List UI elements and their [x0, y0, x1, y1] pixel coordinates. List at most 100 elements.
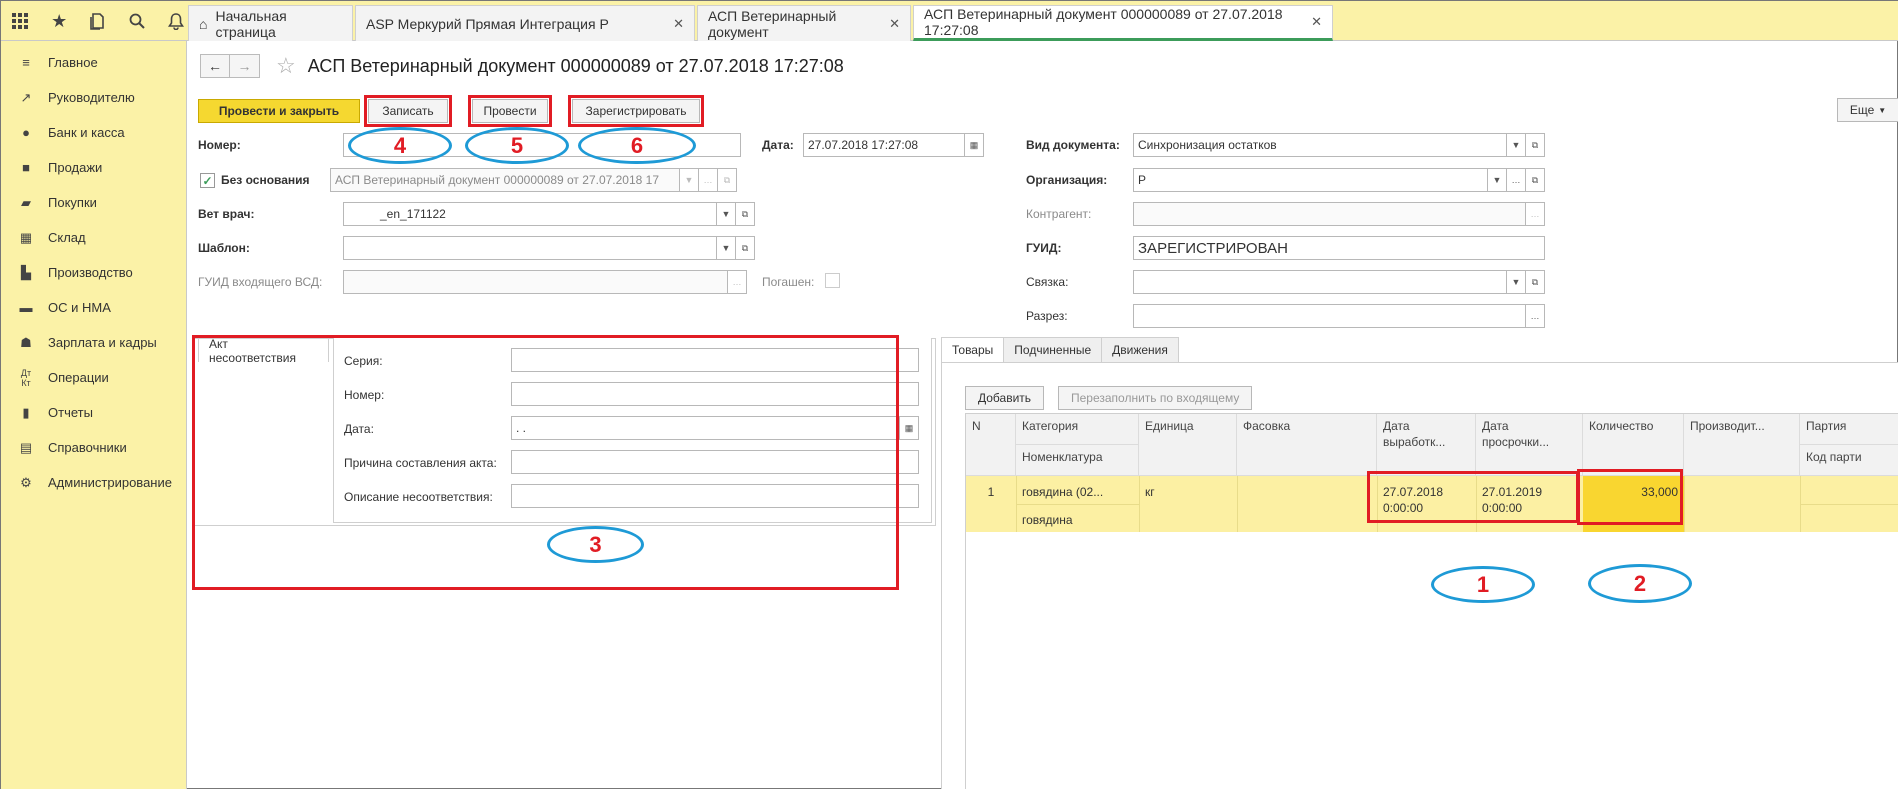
cell-category: говядина (02... — [1022, 485, 1104, 499]
favorite-star-icon[interactable]: ☆ — [276, 53, 296, 79]
sidebar-item-assets[interactable]: ▬ ОС и НМА — [1, 290, 186, 325]
sidebar-item-production[interactable]: ▙ Производство — [1, 255, 186, 290]
guid-field[interactable]: ЗАРЕГИСТРИРОВАН — [1133, 236, 1545, 260]
refill-button: Перезаполнить по входящему — [1058, 386, 1253, 410]
forward-button[interactable]: → — [230, 54, 260, 78]
post-button[interactable]: Провести — [468, 95, 552, 127]
top-bar: ★ ⌂ Начальная страница ASP Меркурий Прям… — [1, 1, 1898, 41]
menu-lines-icon: ≡ — [22, 55, 30, 70]
sidebar-item-warehouse[interactable]: ▦ Склад — [1, 220, 186, 255]
column-header-expiry-date[interactable]: Дата просрочки... — [1476, 414, 1583, 476]
no-basis-label: Без основания — [221, 173, 310, 187]
sidebar-item-operations[interactable]: Дт Кт Операции — [1, 360, 186, 395]
chevron-down-icon[interactable]: ▼ — [1506, 270, 1526, 294]
book-icon: ▤ — [19, 439, 33, 455]
tab-vet-document[interactable]: АСП Ветеринарный документ ✕ — [697, 5, 911, 41]
section-field[interactable] — [1133, 304, 1526, 328]
title-bar: ← → ☆ АСП Ветеринарный документ 00000008… — [200, 53, 844, 79]
search-icon[interactable] — [125, 9, 148, 33]
tab-movements[interactable]: Движения — [1101, 337, 1179, 363]
bag-icon: ■ — [22, 160, 30, 175]
annotation-marker-1: 1 — [1431, 566, 1535, 603]
history-icon[interactable] — [87, 9, 110, 33]
tab-subordinate[interactable]: Подчиненные — [1003, 337, 1103, 363]
ellipsis-icon: … — [1525, 202, 1545, 226]
chevron-down-icon[interactable]: ▼ — [1487, 168, 1507, 192]
page-title: АСП Ветеринарный документ 000000089 от 2… — [307, 55, 844, 76]
close-icon[interactable]: ✕ — [889, 16, 900, 32]
sidebar-item-director[interactable]: ↗ Руководителю — [1, 80, 186, 115]
column-header-producer[interactable]: Производит... — [1684, 414, 1800, 476]
number-label: Номер: — [198, 138, 241, 152]
more-button[interactable]: Еще ▼ — [1837, 98, 1898, 122]
incoming-guid-label: ГУИД входящего ВСД: — [198, 275, 323, 289]
sidebar-item-main[interactable]: ≡ Главное — [1, 45, 186, 80]
sidebar: ≡ Главное ↗ Руководителю ● Банк и касса ■ Пр… — [1, 41, 187, 789]
ellipsis-icon[interactable]: … — [1525, 304, 1545, 328]
apps-grid-icon[interactable] — [9, 9, 32, 33]
open-icon[interactable]: ⧉ — [735, 236, 755, 260]
sidebar-item-reports[interactable]: ▮ Отчеты — [1, 395, 186, 430]
annotation-marker-6: 6 — [578, 127, 696, 164]
bell-icon[interactable] — [164, 9, 187, 33]
chevron-down-icon[interactable]: ▼ — [716, 202, 736, 226]
column-header-unit[interactable]: Единица — [1139, 414, 1237, 476]
sidebar-item-admin[interactable]: ⚙ Администрирование — [1, 465, 186, 500]
open-icon[interactable]: ⧉ — [1525, 133, 1545, 157]
template-field[interactable] — [343, 236, 717, 260]
bar-chart-icon: ▮ — [22, 404, 30, 420]
home-icon: ⌂ — [199, 15, 208, 32]
calendar-icon[interactable]: ▦ — [964, 133, 984, 157]
arrow-left-icon: ← — [208, 58, 222, 74]
organization-label: Организация: — [1026, 173, 1108, 187]
vet-field[interactable]: _en_171122 — [343, 202, 717, 226]
open-icon[interactable]: ⧉ — [1525, 168, 1545, 192]
goods-table: N Категория Номенклатура Единица Фасовка… — [965, 413, 1898, 789]
date-label: Дата: — [762, 138, 794, 152]
link-field[interactable] — [1133, 270, 1507, 294]
calendar-icon[interactable]: ▦ — [899, 416, 919, 440]
open-tabs: ⌂ Начальная страница ASP Меркурий Прямая… — [188, 5, 1335, 41]
organization-field[interactable]: Р — [1133, 168, 1488, 192]
save-button[interactable]: Записать — [364, 95, 452, 127]
doc-type-field[interactable]: Синхронизация остатков — [1133, 133, 1507, 157]
column-header-batch-code[interactable]: Код парти — [1800, 445, 1898, 476]
column-header-n[interactable]: N — [966, 414, 1016, 476]
sidebar-item-purchases[interactable]: ▰ Покупки — [1, 185, 186, 220]
person-icon: ☗ — [20, 334, 32, 350]
column-header-category[interactable]: Категория — [1016, 414, 1139, 445]
tab-mercury-integration[interactable]: ASP Меркурий Прямая Интеграция Р ✕ — [355, 5, 695, 41]
sidebar-item-salary[interactable]: ☗ Зарплата и кадры — [1, 325, 186, 360]
open-icon[interactable]: ⧉ — [735, 202, 755, 226]
add-button[interactable]: Добавить — [965, 386, 1045, 410]
cell-nomenclature: говядина — [1022, 513, 1073, 527]
no-basis-checkbox[interactable]: ✓ — [200, 173, 215, 188]
column-header-packing[interactable]: Фасовка — [1237, 414, 1377, 476]
date-field[interactable]: 27.07.2018 17:27:08 — [803, 133, 965, 157]
close-icon[interactable]: ✕ — [1311, 14, 1322, 30]
column-header-batch[interactable]: Партия — [1800, 414, 1898, 445]
register-button[interactable]: Зарегистрировать — [568, 95, 704, 127]
post-and-close-button[interactable]: Провести и закрыть — [198, 99, 360, 123]
sidebar-item-references[interactable]: ▤ Справочники — [1, 430, 186, 465]
tab-label: ASP Меркурий Прямая Интеграция Р — [366, 15, 609, 32]
column-header-quantity[interactable]: Количество — [1583, 414, 1684, 476]
sidebar-item-sales[interactable]: ■ Продажи — [1, 150, 186, 185]
sidebar-item-bank[interactable]: ● Банк и касса — [1, 115, 186, 150]
column-header-nomenclature[interactable]: Номенклатура — [1016, 445, 1139, 476]
open-icon[interactable]: ⧉ — [1525, 270, 1545, 294]
open-icon: ⧉ — [717, 168, 737, 192]
tab-vet-document-089[interactable]: АСП Ветеринарный документ 000000089 от 2… — [913, 5, 1333, 41]
column-header-production-date[interactable]: Дата выработк... — [1377, 414, 1476, 476]
ellipsis-icon: … — [698, 168, 718, 192]
back-button[interactable]: ← — [200, 54, 230, 78]
arrow-right-icon: → — [237, 58, 252, 74]
tab-home[interactable]: ⌂ Начальная страница — [188, 5, 353, 41]
annotation-box-3 — [192, 335, 899, 590]
tab-goods[interactable]: Товары — [941, 337, 1005, 363]
chevron-down-icon[interactable]: ▼ — [1506, 133, 1526, 157]
star-icon[interactable]: ★ — [48, 9, 71, 33]
ellipsis-icon[interactable]: … — [1506, 168, 1526, 192]
close-icon[interactable]: ✕ — [673, 16, 684, 32]
chevron-down-icon[interactable]: ▼ — [716, 236, 736, 260]
